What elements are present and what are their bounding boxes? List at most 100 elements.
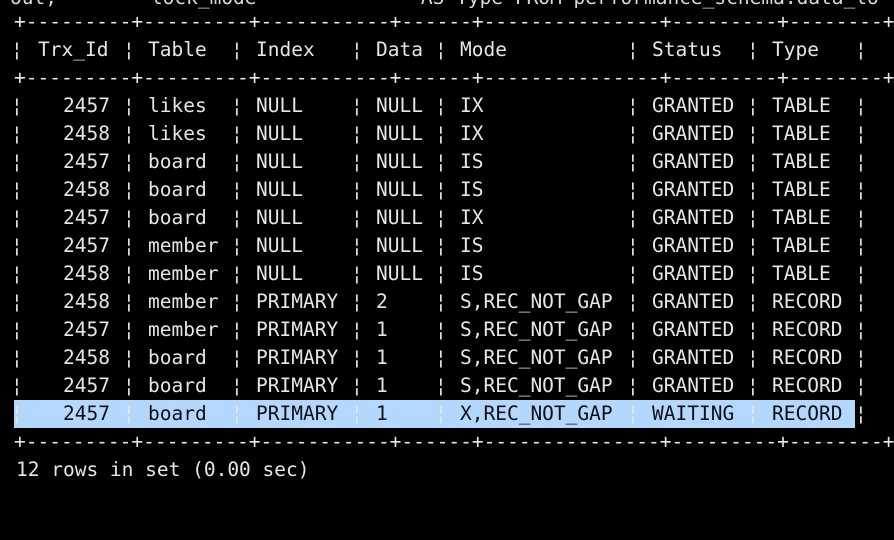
column-separator: ¦ <box>435 290 447 313</box>
border-text: +---------+---------+-----------+------+… <box>14 66 894 89</box>
cell-mode: IS <box>460 178 484 201</box>
border-text: +---------+---------+-----------+------+… <box>14 10 894 33</box>
cell-type: TABLE <box>772 178 831 201</box>
column-separator: ¦ <box>435 122 447 145</box>
cell-data: NULL <box>376 234 423 257</box>
column-separator: ¦ <box>435 150 447 173</box>
column-separator: ¦ <box>231 374 243 397</box>
column-separator: ¦ <box>747 290 759 313</box>
column-separator: ¦ <box>231 94 243 117</box>
cell-mode: IX <box>460 94 484 117</box>
header-index: Index <box>256 38 315 61</box>
column-separator: ¦ <box>231 38 243 61</box>
cell-table: likes <box>148 94 207 117</box>
cell-table: member <box>148 262 219 285</box>
table-row: ¦ ¦ ¦ ¦ ¦ ¦ ¦ ¦ 2457 member NULL NULL IS GRANTED TABLE <box>0 232 894 260</box>
cell-status: WAITING <box>652 402 735 425</box>
cell-trx-id: 2457 <box>63 150 110 173</box>
table-row: ¦ ¦ ¦ ¦ ¦ ¦ ¦ ¦ 2458 member NULL NULL IS GRANTED TABLE <box>0 260 894 288</box>
column-separator: ¦ <box>11 122 23 145</box>
table-row: ¦ ¦ ¦ ¦ ¦ ¦ ¦ ¦ 2457 board PRIMARY 1 S,REC_NOT_GAP GR… <box>0 372 894 400</box>
cell-status: GRANTED <box>652 262 735 285</box>
table-row: ¦ ¦ ¦ ¦ ¦ ¦ ¦ ¦ 2457 likes NULL NULL IX GRANTED TABLE <box>0 92 894 120</box>
header-status: Status <box>652 38 723 61</box>
cell-table: member <box>148 234 219 257</box>
cell-table: member <box>148 318 219 341</box>
cell-index: NULL <box>256 150 303 173</box>
cell-trx-id: 2457 <box>63 402 110 425</box>
cell-data: 1 <box>376 402 388 425</box>
column-separator: ¦ <box>747 318 759 341</box>
column-separator: ¦ <box>855 206 867 229</box>
cell-index: PRIMARY <box>256 346 339 369</box>
column-separator: ¦ <box>351 262 363 285</box>
cell-index: NULL <box>256 178 303 201</box>
column-separator: ¦ <box>627 290 639 313</box>
result-footer: 12 rows in set (0.00 sec) <box>0 456 894 484</box>
column-separator: ¦ <box>627 402 639 425</box>
column-separator: ¦ <box>11 262 23 285</box>
column-separator: ¦ <box>627 206 639 229</box>
column-separator: ¦ <box>627 38 639 61</box>
column-separator: ¦ <box>627 262 639 285</box>
column-separator: ¦ <box>627 346 639 369</box>
column-separator: ¦ <box>231 206 243 229</box>
column-separator: ¦ <box>855 318 867 341</box>
terminal-window[interactable]: out; lock_mode AS Type FROM performance_… <box>0 0 894 481</box>
column-separator: ¦ <box>351 206 363 229</box>
cell-type: TABLE <box>772 262 831 285</box>
cell-type: TABLE <box>772 234 831 257</box>
column-separator: ¦ <box>351 178 363 201</box>
table-border-bottom: +---------+---------+-----------+------+… <box>0 428 894 456</box>
column-separator: ¦ <box>855 262 867 285</box>
cell-mode: IS <box>460 150 484 173</box>
border-text: +---------+---------+-----------+------+… <box>14 430 894 453</box>
table-row: ¦ ¦ ¦ ¦ ¦ ¦ ¦ ¦ 2458 member PRIMARY 2 S,REC_NOT_GAP G… <box>0 288 894 316</box>
cell-table: board <box>148 374 207 397</box>
column-separator: ¦ <box>747 262 759 285</box>
cell-trx-id: 2458 <box>63 178 110 201</box>
cell-data: NULL <box>376 178 423 201</box>
column-separator: ¦ <box>123 402 135 425</box>
cell-type: RECORD <box>772 318 843 341</box>
cell-status: GRANTED <box>652 318 735 341</box>
column-separator: ¦ <box>123 262 135 285</box>
column-separator: ¦ <box>747 374 759 397</box>
cell-index: NULL <box>256 234 303 257</box>
cell-index: NULL <box>256 206 303 229</box>
cell-data: NULL <box>376 94 423 117</box>
column-separator: ¦ <box>747 122 759 145</box>
cell-table: board <box>148 178 207 201</box>
header-table: Table <box>148 38 207 61</box>
cell-data: 1 <box>376 374 388 397</box>
column-separator: ¦ <box>11 374 23 397</box>
cell-type: RECORD <box>772 346 843 369</box>
cell-trx-id: 2458 <box>63 346 110 369</box>
column-separator: ¦ <box>11 94 23 117</box>
column-separator: ¦ <box>123 374 135 397</box>
column-separator: ¦ <box>231 150 243 173</box>
column-separator: ¦ <box>231 402 243 425</box>
table-row: ¦ ¦ ¦ ¦ ¦ ¦ ¦ ¦ 2458 likes NULL NULL IX GRANTED TABLE <box>0 120 894 148</box>
column-separator: ¦ <box>123 38 135 61</box>
cell-table: board <box>148 346 207 369</box>
table-row: ¦ ¦ ¦ ¦ ¦ ¦ ¦ ¦ 2457 board NULL NULL IX GRANTED TABLE <box>0 204 894 232</box>
table-border-top: +---------+---------+-----------+------+… <box>0 8 894 36</box>
table-row: ¦ ¦ ¦ ¦ ¦ ¦ ¦ ¦ 2458 board NULL NULL IS GRANTED TABLE <box>0 176 894 204</box>
column-separator: ¦ <box>231 346 243 369</box>
column-separator: ¦ <box>627 94 639 117</box>
column-separator: ¦ <box>747 206 759 229</box>
column-separator: ¦ <box>351 402 363 425</box>
table-header: ¦ ¦ ¦ ¦ ¦ ¦ ¦ ¦ Trx_Id Table Index Data Mode Status Ty… <box>0 36 894 64</box>
cell-data: 2 <box>376 290 388 313</box>
cell-status: GRANTED <box>652 346 735 369</box>
cell-status: GRANTED <box>652 290 735 313</box>
cell-trx-id: 2458 <box>63 262 110 285</box>
column-separator: ¦ <box>435 402 447 425</box>
cell-trx-id: 2457 <box>63 206 110 229</box>
table-row: ¦ ¦ ¦ ¦ ¦ ¦ ¦ ¦ 2457 board PRIMARY 1 X,REC_NOT_GAP WA… <box>0 400 894 428</box>
table-row: ¦ ¦ ¦ ¦ ¦ ¦ ¦ ¦ 2458 board PRIMARY 1 S,REC_NOT_GAP GR… <box>0 344 894 372</box>
column-separator: ¦ <box>435 178 447 201</box>
cell-status: GRANTED <box>652 206 735 229</box>
cell-mode: IS <box>460 262 484 285</box>
